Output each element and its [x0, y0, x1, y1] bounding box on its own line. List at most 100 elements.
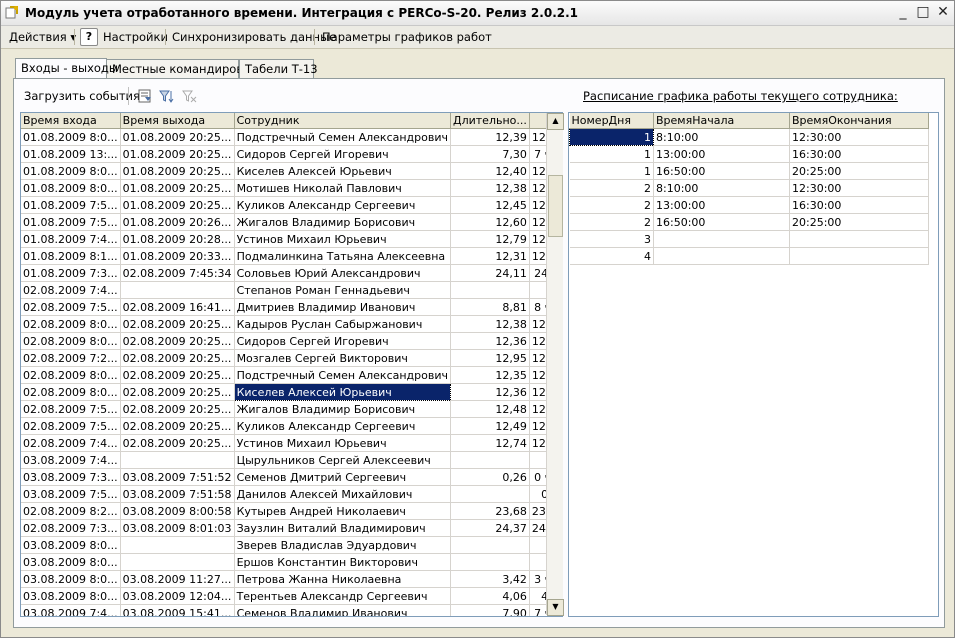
table-cell: 13:00:00 [653, 145, 790, 163]
tab-entries-exits[interactable]: Входы - выходы [15, 58, 118, 78]
table-cell: Заузлин Виталий Владимирович [234, 519, 452, 537]
app-icon [5, 6, 18, 19]
clear-filter-icon[interactable] [181, 88, 197, 104]
filter-icon[interactable] [158, 88, 174, 104]
table-cell: 02.08.2009 8:0... [21, 383, 121, 401]
table-cell: 03.08.2009 8:0... [21, 553, 121, 571]
table-row[interactable]: 02.08.2009 8:0... 02.08.2009 20:25... Подс… [21, 366, 562, 384]
table-row[interactable]: 1 13:00:00 16:30:00 [569, 145, 929, 163]
table-row[interactable]: 01.08.2009 8:1... 01.08.2009 20:33... Подм… [21, 247, 562, 265]
table-row[interactable]: 02.08.2009 7:2... 02.08.2009 20:25... Мозг… [21, 349, 562, 367]
column-header[interactable]: Время входа [21, 113, 121, 129]
schedule-link[interactable]: Расписание графика работы текущего сотру… [583, 89, 898, 103]
table-row[interactable]: 03.08.2009 8:0... 03.08.2009 12:04... Тере… [21, 587, 562, 605]
scroll-up-button[interactable]: ▲ [547, 113, 564, 130]
table-cell: 8,81 [450, 298, 530, 316]
table-cell: 01.08.2009 8:0... [21, 179, 121, 197]
column-header[interactable]: НомерДня [569, 113, 654, 129]
table-row[interactable]: 01.08.2009 13:... 01.08.2009 20:25... Сидо… [21, 145, 562, 163]
table-cell: 24,37 [450, 519, 530, 537]
table-cell: Подстречный Семен Александрович [234, 366, 452, 384]
table-cell: 12,74 [450, 434, 530, 452]
table-row[interactable]: 02.08.2009 8:2... 03.08.2009 8:00:58 Кутыр… [21, 502, 562, 520]
table-row[interactable]: 01.08.2009 7:5... 01.08.2009 20:26... Жига… [21, 213, 562, 231]
close-button[interactable]: ✕ [934, 4, 952, 20]
menu-separator [314, 29, 315, 45]
table-cell [450, 451, 530, 469]
table-row[interactable]: 03.08.2009 7:4... 03.08.2009 15:41... Семе… [21, 604, 562, 616]
table-row[interactable]: 03.08.2009 7:5... 03.08.2009 7:51:58 Данил… [21, 485, 562, 503]
events-scrollbar[interactable]: ▲ ▼ [546, 113, 564, 616]
table-row[interactable]: 01.08.2009 7:3... 02.08.2009 7:45:34 Солов… [21, 264, 562, 282]
table-cell: 12,35 [450, 366, 530, 384]
column-header[interactable]: Длительно... [450, 113, 530, 129]
table-row[interactable]: 02.08.2009 7:5... 02.08.2009 20:25... Жига… [21, 400, 562, 418]
table-cell: 03.08.2009 8:0... [21, 536, 121, 554]
table-row[interactable]: 03.08.2009 8:0... Ершов Константин Виктор… [21, 553, 562, 571]
table-row[interactable]: 01.08.2009 7:4... 01.08.2009 20:28... Усти… [21, 230, 562, 248]
table-row[interactable]: 02.08.2009 8:0... 02.08.2009 20:25... Кисе… [21, 383, 562, 401]
scroll-down-button[interactable]: ▼ [547, 599, 564, 616]
menu-separator [165, 29, 166, 45]
table-row[interactable]: 1 8:10:00 12:30:00 [569, 128, 929, 146]
table-row[interactable]: 02.08.2009 8:0... 02.08.2009 20:25... Сидо… [21, 332, 562, 350]
table-row[interactable]: 2 16:50:00 20:25:00 [569, 213, 929, 231]
table-cell: Терентьев Александр Сергеевич [234, 587, 452, 605]
table-cell: Петрова Жанна Николаевна [234, 570, 452, 588]
table-cell: Сидоров Сергей Игоревич [234, 332, 452, 350]
table-row[interactable]: 02.08.2009 7:4... 02.08.2009 20:25... Усти… [21, 434, 562, 452]
table-row[interactable]: 03.08.2009 7:4... Цырульников Сергей Алек… [21, 451, 562, 469]
table-row[interactable]: 1 16:50:00 20:25:00 [569, 162, 929, 180]
table-row[interactable]: 2 13:00:00 16:30:00 [569, 196, 929, 214]
table-cell [450, 281, 530, 299]
table-row[interactable]: 2 8:10:00 12:30:00 [569, 179, 929, 197]
table-cell: 12,36 [450, 332, 530, 350]
table-cell: 23,68 [450, 502, 530, 520]
table-cell [653, 247, 790, 265]
column-header[interactable]: Время выхода [120, 113, 235, 129]
table-row[interactable]: 01.08.2009 8:0... 01.08.2009 20:25... Кисе… [21, 162, 562, 180]
table-row[interactable]: 03.08.2009 8:0... 03.08.2009 11:27... Петр… [21, 570, 562, 588]
table-cell: 02.08.2009 7:5... [21, 400, 121, 418]
table-cell: 01.08.2009 8:1... [21, 247, 121, 265]
table-row[interactable]: 4 [569, 247, 929, 265]
column-header[interactable]: ВремяНачала [653, 113, 790, 129]
column-header[interactable]: Сотрудник [234, 113, 452, 129]
schedules-button[interactable]: Параметры графиков работ [322, 29, 492, 45]
table-row[interactable]: 02.08.2009 8:0... 02.08.2009 20:25... Кады… [21, 315, 562, 333]
filter-settings-icon[interactable] [137, 88, 153, 104]
table-cell: 02.08.2009 20:25... [120, 400, 235, 418]
table-row[interactable]: 03.08.2009 8:0... Зверев Владислав Эдуард… [21, 536, 562, 554]
table-row[interactable]: 01.08.2009 8:0... 01.08.2009 20:25... Моти… [21, 179, 562, 197]
table-row[interactable]: 02.08.2009 7:5... 02.08.2009 16:41... Дмит… [21, 298, 562, 316]
table-row[interactable]: 02.08.2009 7:4... Степанов Роман Геннадье… [21, 281, 562, 299]
table-cell: 1 [569, 128, 654, 146]
actions-menu[interactable]: Действия ▾ [9, 29, 76, 45]
tab-local-trips[interactable]: Местные командировки [106, 59, 258, 78]
table-cell: 12,31 [450, 247, 530, 265]
sync-button[interactable]: Синхронизировать данные [172, 29, 336, 45]
table-cell: 02.08.2009 7:4... [21, 281, 121, 299]
tab-timesheets[interactable]: Табели Т-13 [239, 59, 318, 78]
settings-button[interactable]: Настройки [103, 29, 168, 45]
table-row[interactable]: 02.08.2009 7:3... 03.08.2009 8:01:03 Заузл… [21, 519, 562, 537]
table-cell: 01.08.2009 20:25... [120, 145, 235, 163]
table-cell: 12,95 [450, 349, 530, 367]
table-row[interactable]: 3 [569, 230, 929, 248]
table-cell [120, 536, 235, 554]
table-row[interactable]: 01.08.2009 8:0... 01.08.2009 20:25... Подс… [21, 128, 562, 146]
help-button[interactable]: ? [80, 28, 98, 46]
column-header[interactable]: ВремяОкончания [789, 113, 929, 129]
table-cell: 16:50:00 [653, 162, 790, 180]
load-events-button[interactable]: Загрузить события [24, 87, 140, 105]
table-cell: Подстречный Семен Александрович [234, 128, 452, 146]
minimize-button[interactable]: _ [894, 4, 912, 20]
table-row[interactable]: 03.08.2009 7:3... 03.08.2009 7:51:52 Семен… [21, 468, 562, 486]
menu-bar: Действия ▾ ? Настройки Синхронизировать … [1, 26, 954, 49]
scroll-thumb[interactable] [548, 175, 563, 237]
table-row[interactable]: 01.08.2009 7:5... 01.08.2009 20:25... Кули… [21, 196, 562, 214]
table-row[interactable]: 02.08.2009 7:5... 02.08.2009 20:25... Кули… [21, 417, 562, 435]
maximize-button[interactable]: □ [914, 4, 932, 20]
table-cell: 01.08.2009 20:25... [120, 179, 235, 197]
table-cell [450, 553, 530, 571]
